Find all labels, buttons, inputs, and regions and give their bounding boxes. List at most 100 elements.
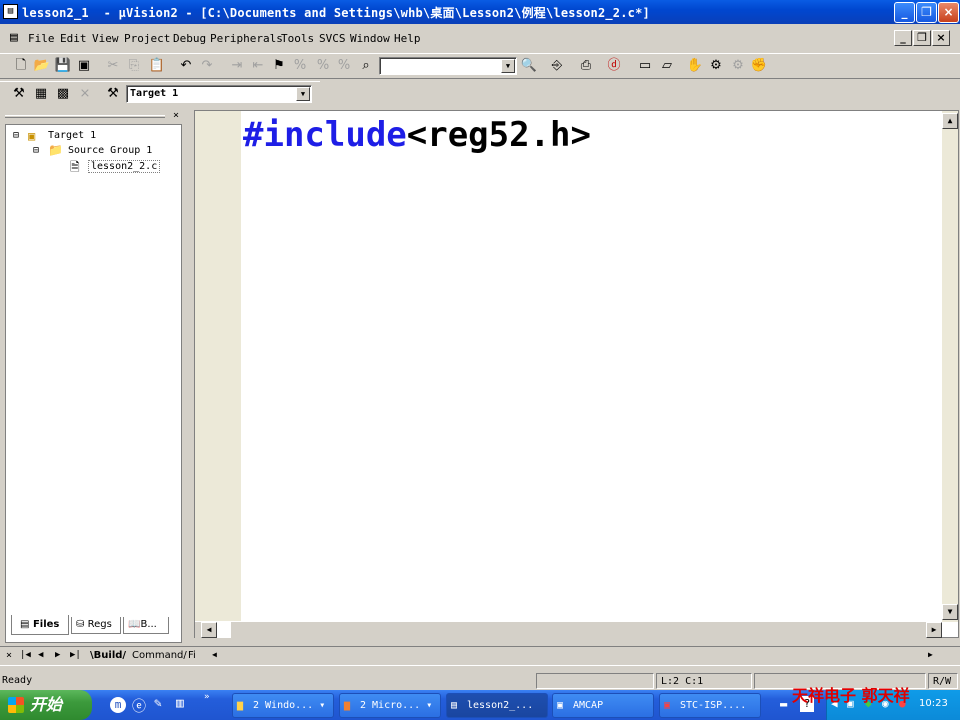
first-tab-icon[interactable]: |◀	[20, 650, 31, 660]
prev-bookmark-icon[interactable]: %	[291, 57, 309, 75]
restore-button[interactable]: ❐	[916, 2, 937, 23]
unindent-icon[interactable]: ⇤	[249, 57, 267, 75]
last-tab-icon[interactable]: ▶|	[70, 650, 81, 660]
next-bookmark-icon[interactable]: %	[314, 57, 332, 75]
tab-books[interactable]: 📖B...	[123, 617, 169, 634]
window-icon[interactable]: ▭	[636, 57, 654, 75]
disabled-tool-icon[interactable]: ⚙	[729, 57, 747, 75]
app-icon[interactable]: ▤	[3, 4, 18, 19]
output-close-icon[interactable]: ×	[6, 650, 12, 661]
mdi-minimize-button[interactable]: _	[894, 30, 912, 46]
menu-file[interactable]: File	[28, 32, 55, 45]
save-icon[interactable]: 💾	[54, 57, 72, 75]
tab-files[interactable]: ▤ Files	[11, 615, 69, 635]
tree-expander-icon[interactable]: ⊟	[33, 145, 39, 156]
horizontal-scrollbar[interactable]: ◀ ▶	[195, 622, 942, 638]
cut-icon[interactable]: ✂	[104, 57, 122, 75]
scroll-left-icon[interactable]: ◀	[201, 622, 217, 638]
menu-svcs[interactable]: SVCS	[319, 32, 346, 45]
find-combo[interactable]: ▼	[379, 57, 517, 75]
start-button[interactable]: 开始	[0, 690, 92, 720]
target-combo-value: Target 1	[130, 88, 179, 99]
quicklaunch-icon-1[interactable]: m	[110, 697, 126, 713]
clear-bookmarks-icon[interactable]: %	[335, 57, 353, 75]
copy-icon[interactable]: ⎘	[125, 57, 143, 75]
task-stc-isp[interactable]: ▣ STC-ISP....	[659, 693, 761, 718]
config-icon[interactable]: ⚙	[707, 57, 725, 75]
find-icon[interactable]: 🔍	[520, 57, 538, 75]
output-window-icon[interactable]: ▱	[658, 57, 676, 75]
incremental-find-icon[interactable]: ⎆	[548, 57, 566, 75]
scroll-up-icon[interactable]: ▲	[942, 113, 958, 129]
menu-window[interactable]: Window	[350, 32, 390, 45]
chevron-down-icon[interactable]: ▼	[296, 87, 310, 101]
tab-find[interactable]: Fi	[188, 650, 196, 661]
compile-icon[interactable]: ⚒	[10, 85, 28, 103]
quicklaunch-icon-4[interactable]: ▥	[176, 696, 184, 711]
tree-group[interactable]: Source Group 1	[68, 145, 152, 156]
task-lesson[interactable]: ▤ lesson2_...	[446, 693, 548, 718]
quicklaunch-icon-3[interactable]: ✎	[154, 696, 162, 711]
paste-icon[interactable]: 📋	[148, 57, 166, 75]
tree-target[interactable]: Target 1	[48, 130, 96, 141]
tab-regs[interactable]: ⛁ Regs	[71, 617, 121, 634]
keyboard-icon[interactable]: ▬	[780, 697, 787, 711]
save-all-icon[interactable]: ▣	[75, 57, 93, 75]
task-amcap[interactable]: ▣ AMCAP	[552, 693, 654, 718]
tree-expander-icon[interactable]: ⊟	[13, 130, 19, 141]
output-scroll-left-icon[interactable]: ◀	[212, 650, 217, 659]
target-combo[interactable]: Target 1 ▼	[126, 85, 312, 103]
editor-gutter	[195, 111, 241, 621]
print-icon[interactable]: ⎙	[577, 57, 595, 75]
tab-build[interactable]: \Build/	[90, 650, 126, 661]
scroll-down-icon[interactable]: ▼	[942, 604, 958, 620]
panel-tabs: ▤ Files ⛁ Regs 📖B...	[5, 615, 182, 635]
rebuild-icon[interactable]: ▩	[54, 85, 72, 103]
menu-view[interactable]: View	[92, 32, 119, 45]
new-file-icon[interactable]: 🗋	[12, 57, 30, 75]
minimize-button[interactable]: _	[894, 2, 915, 23]
document-icon: ▤	[10, 30, 18, 45]
stop-build-icon[interactable]: ⨯	[76, 85, 94, 103]
menu-peripherals[interactable]: Peripherals	[210, 32, 283, 45]
open-folder-icon[interactable]: 📂	[33, 57, 51, 75]
bookmark-icon[interactable]: ⚑	[270, 57, 288, 75]
panel-close-icon[interactable]: ×	[173, 110, 179, 121]
clock[interactable]: 10:23	[919, 698, 948, 709]
panel-grip[interactable]	[5, 115, 165, 118]
mdi-close-button[interactable]: ×	[932, 30, 950, 46]
tab-command[interactable]: Command/	[132, 650, 187, 661]
indent-icon[interactable]: ⇥	[228, 57, 246, 75]
task-label: lesson2_...	[467, 700, 534, 711]
code-line-1[interactable]: #include<reg52.h>	[243, 115, 591, 155]
scroll-thumb[interactable]	[217, 622, 231, 638]
task-windows[interactable]: ▆ 2 Windo... ▾	[232, 693, 334, 718]
scroll-right-icon[interactable]: ▶	[926, 622, 942, 638]
menu-edit[interactable]: Edit	[60, 32, 87, 45]
target-options-icon[interactable]: ⚒	[104, 85, 122, 103]
tree-file[interactable]: lesson2_2.c	[88, 160, 161, 173]
vertical-scrollbar[interactable]: ▲ ▼	[942, 111, 958, 622]
ie-icon[interactable]: ⓔ	[132, 696, 146, 716]
menu-project[interactable]: Project	[124, 32, 170, 45]
code-editor[interactable]: #include<reg52.h> ▲ ▼ ◀ ▶	[194, 110, 959, 638]
undo-icon[interactable]: ↶	[177, 57, 195, 75]
build-icon[interactable]: ▦	[32, 85, 50, 103]
quicklaunch-more-icon[interactable]: »	[204, 692, 209, 702]
output-scroll-right-icon[interactable]: ▶	[928, 650, 933, 659]
menu-help[interactable]: Help	[394, 32, 421, 45]
watermark: 天祥电子 郭天祥	[792, 686, 910, 705]
next-tab-icon[interactable]: ▶	[55, 650, 60, 660]
menu-debug[interactable]: Debug	[173, 32, 206, 45]
hand-icon[interactable]: ✋	[686, 57, 704, 75]
prev-tab-icon[interactable]: ◀	[38, 650, 43, 660]
chevron-down-icon[interactable]: ▼	[501, 59, 515, 73]
menu-tools[interactable]: Tools	[281, 32, 314, 45]
close-button[interactable]: ×	[938, 2, 959, 23]
grab-icon[interactable]: ✊	[750, 57, 768, 75]
mdi-restore-button[interactable]: ❐	[913, 30, 931, 46]
redo-icon[interactable]: ↷	[198, 57, 216, 75]
debug-d-icon[interactable]: ⓓ	[605, 57, 623, 75]
find-in-files-icon[interactable]: ⌕	[357, 57, 375, 75]
task-microsoft[interactable]: ▆ 2 Micro... ▾	[339, 693, 441, 718]
